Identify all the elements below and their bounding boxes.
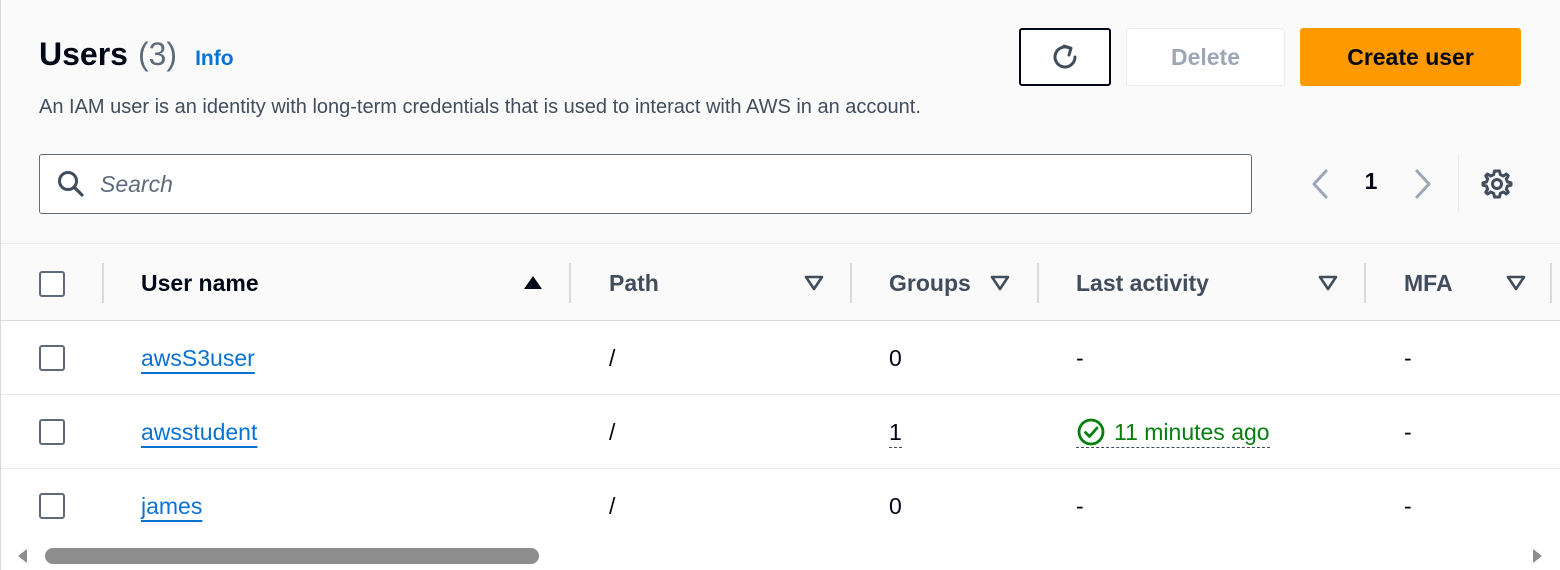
- info-link[interactable]: Info: [195, 47, 233, 71]
- path-cell: /: [609, 492, 616, 519]
- delete-button[interactable]: Delete: [1126, 28, 1285, 86]
- next-page-button[interactable]: [1408, 166, 1438, 202]
- sort-ascending-icon[interactable]: [522, 273, 544, 293]
- column-header-user-name[interactable]: User name: [141, 245, 259, 321]
- sort-descending-icon[interactable]: [1505, 273, 1527, 293]
- search-icon: [58, 171, 84, 197]
- user-count: (3): [137, 36, 178, 72]
- page-title-text: Users: [39, 36, 128, 72]
- refresh-icon: [1053, 44, 1077, 69]
- table-preferences-button[interactable]: [1479, 166, 1515, 202]
- column-header-groups[interactable]: Groups: [889, 245, 975, 321]
- scroll-right-arrow-icon[interactable]: [1529, 547, 1545, 565]
- column-divider[interactable]: [1550, 263, 1552, 303]
- last-activity-popover[interactable]: 11 minutes ago: [1076, 417, 1270, 448]
- sort-descending-icon[interactable]: [803, 273, 825, 293]
- chevron-right-icon: [1415, 169, 1431, 199]
- user-name-link[interactable]: awsstudent: [141, 419, 257, 446]
- column-header-mfa[interactable]: MFA: [1404, 245, 1453, 321]
- user-name-link[interactable]: james: [141, 493, 202, 520]
- last-activity-cell: -: [1076, 344, 1084, 371]
- create-user-button[interactable]: Create user: [1300, 28, 1521, 86]
- select-all-checkbox[interactable]: [39, 271, 65, 297]
- scroll-left-arrow-icon[interactable]: [15, 547, 31, 565]
- pager-divider: [1458, 154, 1459, 212]
- table-row: awsS3user / 0 - -: [1, 321, 1560, 395]
- previous-page-button[interactable]: [1305, 166, 1335, 202]
- last-activity-cell: -: [1076, 492, 1084, 519]
- groups-cell: 0: [889, 492, 902, 519]
- path-cell: /: [609, 418, 616, 445]
- column-divider[interactable]: [1364, 263, 1366, 303]
- current-page-number[interactable]: 1: [1356, 168, 1386, 195]
- horizontal-scrollbar[interactable]: [1, 541, 1560, 570]
- sort-descending-icon[interactable]: [989, 273, 1011, 293]
- table-row: james / 0 - -: [1, 469, 1560, 541]
- column-header-path[interactable]: Path: [609, 245, 659, 321]
- column-header-groups-label: Groups: [889, 269, 971, 296]
- column-divider[interactable]: [850, 263, 852, 303]
- table-row: awsstudent / 1 11 minutes ago -: [1, 395, 1560, 469]
- table-header: User name Path Groups Last activity MFA: [1, 245, 1560, 321]
- user-name-link[interactable]: awsS3user: [141, 345, 255, 372]
- refresh-button[interactable]: [1019, 28, 1111, 86]
- success-check-icon: [1077, 418, 1105, 445]
- page-title: Users (3) Info: [39, 36, 234, 73]
- row-select-checkbox[interactable]: [39, 493, 65, 519]
- search-box[interactable]: [39, 154, 1252, 214]
- gear-icon: [1481, 169, 1513, 199]
- chevron-left-icon: [1312, 169, 1328, 199]
- row-select-checkbox[interactable]: [39, 419, 65, 445]
- last-activity-text: 11 minutes ago: [1114, 418, 1270, 445]
- users-panel: Users (3) Info An IAM user is an identit…: [0, 0, 1560, 570]
- row-select-checkbox[interactable]: [39, 345, 65, 371]
- search-input[interactable]: [100, 170, 1200, 198]
- column-divider[interactable]: [569, 263, 571, 303]
- sort-descending-icon[interactable]: [1317, 273, 1339, 293]
- panel-header: Users (3) Info An IAM user is an identit…: [1, 0, 1560, 244]
- page-description: An IAM user is an identity with long-ter…: [39, 96, 921, 118]
- column-divider: [102, 263, 104, 303]
- column-header-last-activity[interactable]: Last activity: [1076, 245, 1209, 321]
- mfa-cell: -: [1404, 492, 1412, 519]
- mfa-cell: -: [1404, 344, 1412, 371]
- scrollbar-thumb[interactable]: [45, 548, 539, 564]
- mfa-cell: -: [1404, 418, 1412, 445]
- column-divider[interactable]: [1037, 263, 1039, 303]
- groups-cell: 0: [889, 344, 902, 371]
- groups-count-popover[interactable]: 1: [889, 417, 902, 448]
- path-cell: /: [609, 344, 616, 371]
